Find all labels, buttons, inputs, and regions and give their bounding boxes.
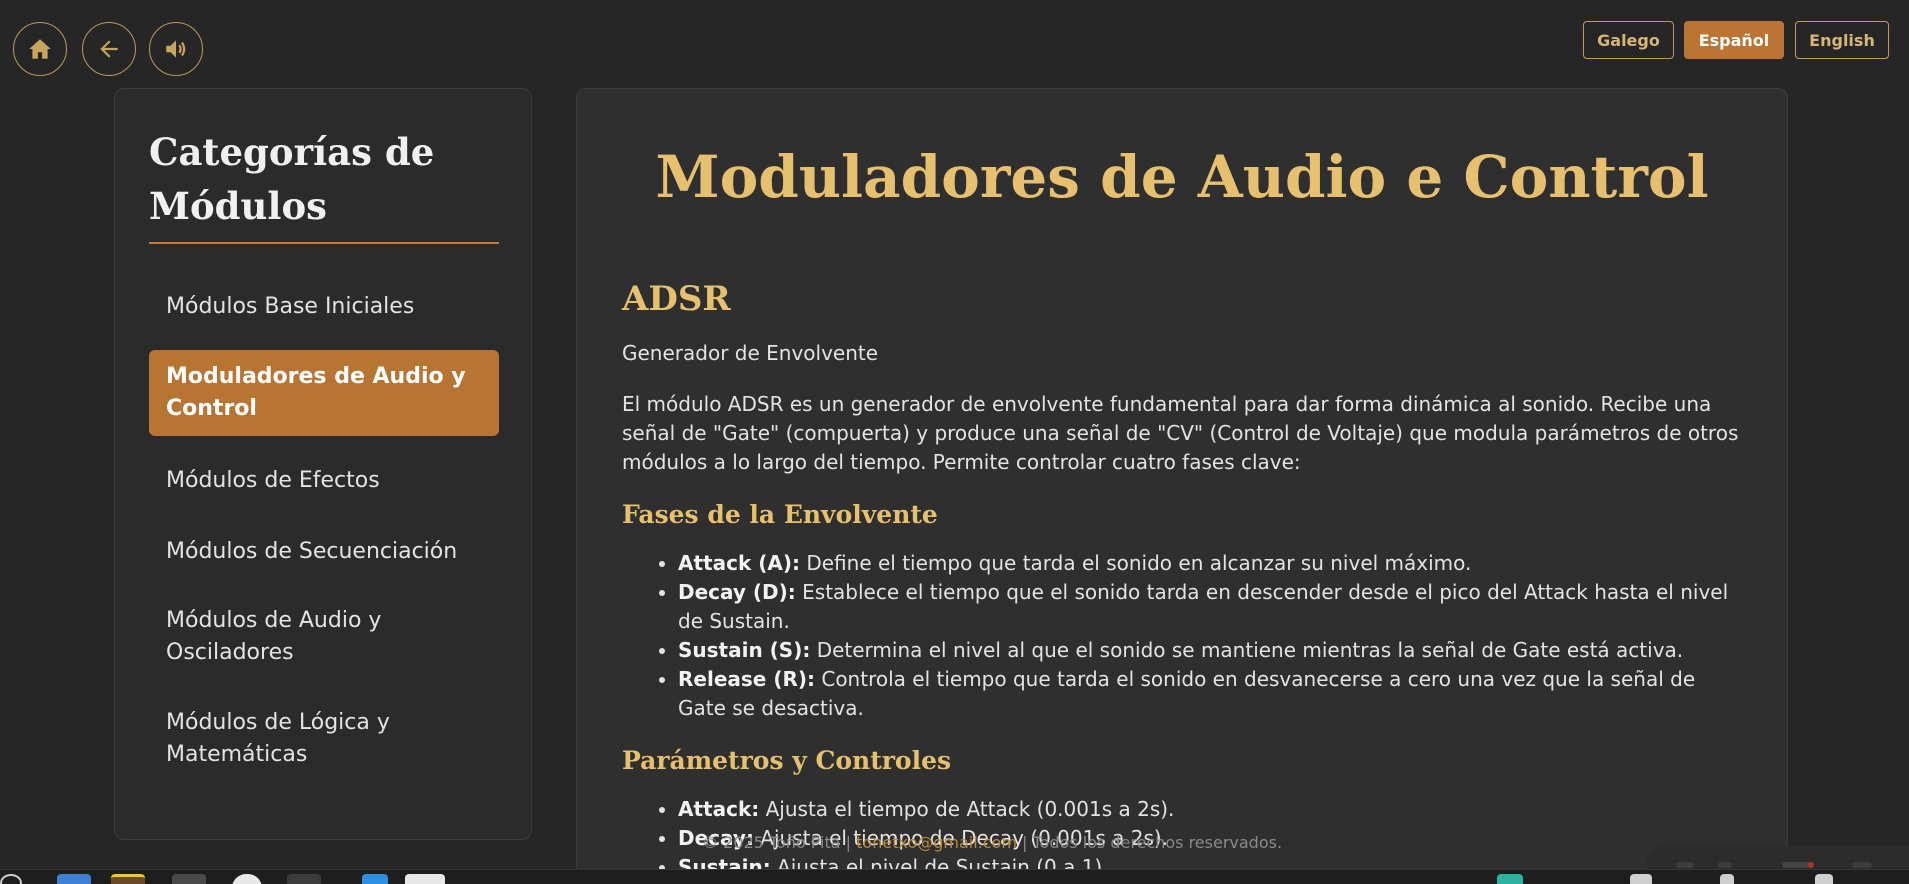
sidebar-item-efectos[interactable]: Módulos de Efectos — [149, 461, 499, 501]
footer-copyright: © 2025 Toño Pita | — [702, 833, 857, 852]
sidebar-item-label: Moduladores de Audio y Control — [166, 364, 466, 421]
sidebar-item-label: Módulos de Audio y Osciladores — [166, 608, 382, 665]
code-editor-icon[interactable] — [362, 874, 388, 884]
phases-list: Attack (A): Define el tiempo que tarda e… — [622, 549, 1747, 723]
tray-icon[interactable] — [1497, 874, 1523, 884]
list-item: Sustain (S): Determina el nivel al que e… — [678, 636, 1747, 665]
list-item: Decay (D): Establece el tiempo que el so… — [678, 578, 1747, 636]
footer-rights: | Todos los derechos reservados. — [1016, 833, 1283, 852]
audio-button[interactable] — [149, 22, 203, 76]
sidebar-item-moduladores[interactable]: Moduladores de Audio y Control — [149, 350, 499, 436]
sidebar-item-secuenciacion[interactable]: Módulos de Secuenciación — [149, 532, 499, 572]
list-item-text: Define el tiempo que tarda el sonido en … — [799, 551, 1472, 575]
tray-indicator — [1852, 862, 1872, 868]
module-subtitle: Generador de Envolvente — [622, 341, 879, 365]
folder-icon[interactable] — [57, 874, 91, 884]
list-item-text: Controla el tiempo que tarda el sonido e… — [678, 667, 1696, 720]
list-item: Attack: Ajusta el tiempo de Attack (0.00… — [678, 795, 1747, 824]
params-heading: Parámetros y Controles — [622, 746, 952, 775]
lang-espanol-button[interactable]: Español — [1684, 21, 1784, 59]
home-icon — [29, 39, 51, 59]
sidebar-title: Categorías de Módulos — [149, 130, 435, 228]
sidebar-item-label: Módulos de Secuenciación — [166, 539, 458, 564]
back-button[interactable] — [82, 22, 136, 76]
tray-icon[interactable] — [1720, 874, 1734, 884]
tray-indicator — [1676, 862, 1694, 868]
list-item-text: Ajusta el tiempo de Attack (0.001s a 2s)… — [759, 797, 1175, 821]
module-title: ADSR — [622, 279, 731, 319]
list-item: Release (R): Controla el tiempo que tard… — [678, 665, 1747, 723]
module-section: ADSR Generador de Envolvente El módulo A… — [622, 275, 1747, 882]
list-item-term: Attack (A): — [678, 551, 800, 575]
arrow-left-icon — [100, 40, 118, 58]
footer-email-link[interactable]: tonetxo@gmail.com — [856, 833, 1017, 852]
list-item-term: Attack: — [678, 797, 760, 821]
list-item-term: Release (R): — [678, 667, 815, 691]
tray-icon[interactable] — [1815, 874, 1833, 884]
list-item-text: Establece el tiempo que el sonido tarda … — [678, 580, 1729, 633]
list-item: Attack (A): Define el tiempo que tarda e… — [678, 549, 1747, 578]
page-title: Moduladores de Audio e Control — [655, 143, 1709, 211]
footer: © 2025 Toño Pita | tonetxo@gmail.com | T… — [702, 833, 1282, 853]
sidebar-item-logica-matematicas[interactable]: Módulos de Lógica y Matemáticas — [149, 705, 499, 773]
sidebar-item-label: Módulos Base Iniciales — [166, 294, 415, 319]
sidebar-divider — [149, 242, 499, 244]
speaker-icon — [166, 40, 186, 58]
tray-indicator — [1718, 862, 1732, 868]
sidebar-item-audio-osciladores[interactable]: Módulos de Audio y Osciladores — [149, 603, 499, 671]
app-icon[interactable] — [111, 874, 145, 884]
list-item-term: Sustain (S): — [678, 638, 811, 662]
sidebar-item-base-iniciales[interactable]: Módulos Base Iniciales — [149, 287, 499, 327]
sidebar-item-label: Módulos de Efectos — [166, 468, 380, 493]
lang-english-button[interactable]: English — [1795, 21, 1889, 59]
sidebar-item-label: Módulos de Lógica y Matemáticas — [166, 710, 390, 767]
module-description: El módulo ADSR es un generador de envolv… — [622, 392, 1739, 474]
terminal-icon[interactable] — [172, 874, 206, 884]
home-button[interactable] — [13, 22, 67, 76]
category-sidebar: Categorías de Módulos Módulos Base Inici… — [114, 88, 532, 840]
content-panel: Moduladores de Audio e Control ADSR Gene… — [576, 88, 1788, 884]
lang-galego-button[interactable]: Galego — [1583, 21, 1674, 59]
list-item-term: Decay (D): — [678, 580, 796, 604]
phases-heading: Fases de la Envolvente — [622, 500, 938, 529]
tray-indicator — [1808, 862, 1814, 868]
app-icon[interactable] — [287, 874, 321, 884]
app-root: Galego Español English Categorías de Mód… — [0, 0, 1909, 884]
tray-icon[interactable] — [1630, 874, 1652, 884]
list-item-text: Determina el nivel al que el sonido se m… — [810, 638, 1684, 662]
app-icon[interactable] — [405, 874, 445, 884]
